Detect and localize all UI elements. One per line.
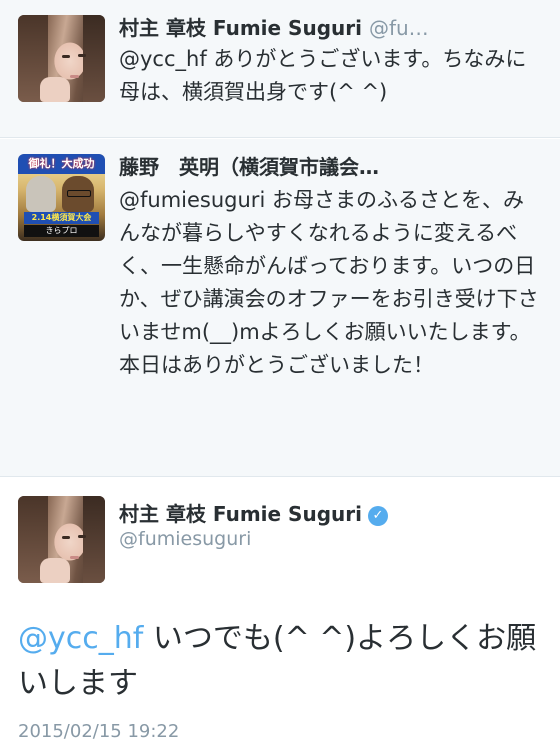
author-handle: @fu… [368,16,429,40]
tweet-text: @ycc_hf ありがとうございます。ちなみに母は、横須賀出身です(^ ^) [119,47,527,104]
reply-tweet-2[interactable]: 御礼！大成功 2.14横須賀大会 きらプロ 藤野 英明（横須賀市議会… @fum… [0,139,560,477]
author-name[interactable]: 村主 章枝 Fumie Suguri ✓ [119,498,388,527]
author-avatar[interactable]: 御礼！大成功 2.14横須賀大会 きらプロ [18,154,105,241]
mention-link[interactable]: @fumiesuguri [119,188,265,212]
avatar-caption-2: きらプロ [24,225,99,237]
author-name[interactable]: 村主 章枝 Fumie Suguri @fu… [119,12,429,41]
tweet-text: @fumiesuguri お母さまのふるさとを、みんなが暮らしやすくなれるように… [119,188,539,377]
author-name[interactable]: 藤野 英明（横須賀市議会… [119,151,379,180]
author-avatar[interactable] [18,496,105,583]
mention-link[interactable]: @ycc_hf [18,621,143,656]
avatar-banner-text: 御礼！大成功 [18,154,105,174]
author-handle[interactable]: @fumiesuguri [119,528,251,550]
author-avatar[interactable] [18,15,105,102]
reply-tweet-1[interactable]: 村主 章枝 Fumie Suguri @fu… @ycc_hf ありがとうござい… [0,0,560,138]
avatar-caption: 2.14横須賀大会 [24,212,99,224]
verified-badge-icon: ✓ [367,506,388,526]
tweet-timestamp: 2015/02/15 19:22 [18,721,180,742]
tweet-text: @ycc_hf いつでも(^ ^)よろしくお願いします [18,621,537,701]
main-tweet: 村主 章枝 Fumie Suguri ✓ @fumiesuguri @ycc_hf… [0,478,560,752]
mention-link[interactable]: @ycc_hf [119,47,207,71]
